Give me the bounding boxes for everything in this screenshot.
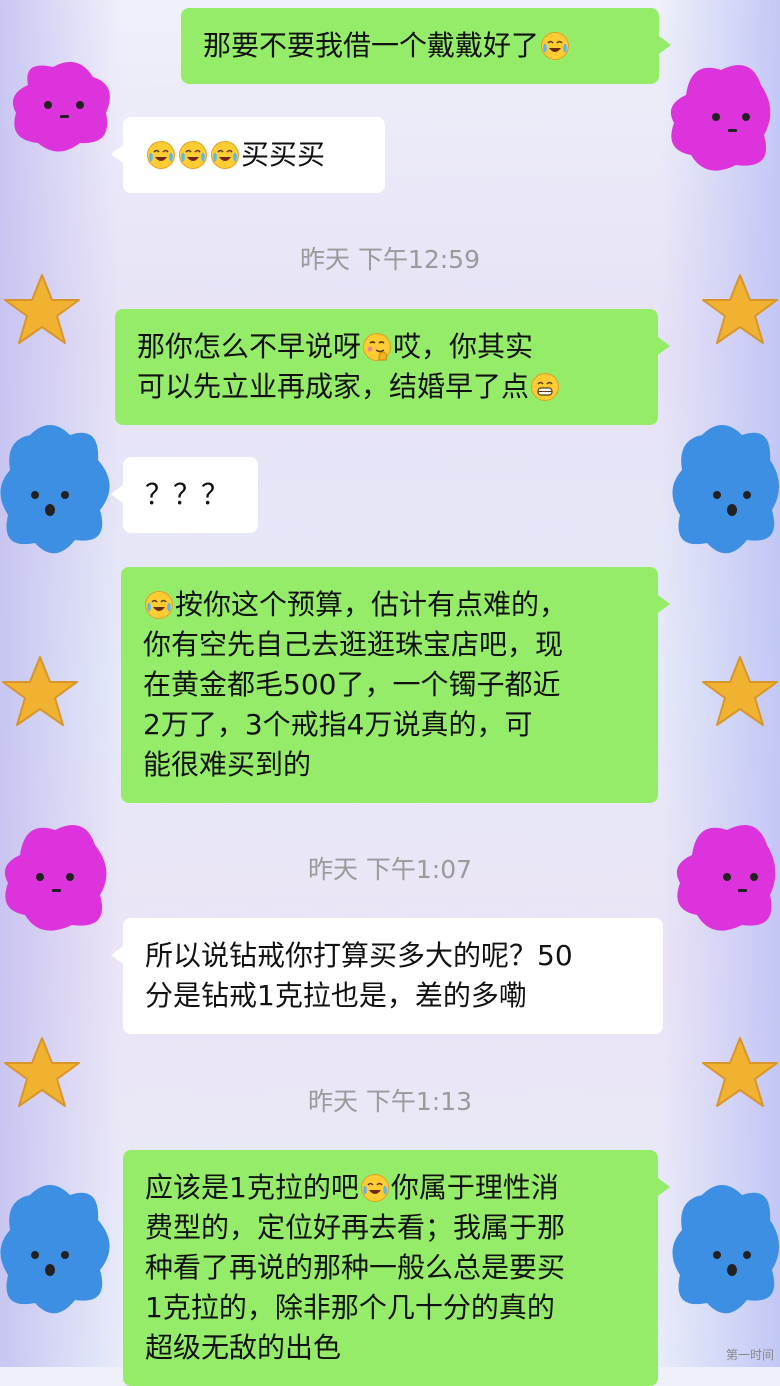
message-line: 2万了，3个戒指4万说真的，可 [143, 708, 533, 741]
timestamp: 昨天 下午12:59 [300, 245, 480, 274]
message-line: ？？？ [145, 478, 230, 511]
timestamp: 昨天 下午1:13 [307, 1087, 473, 1116]
blue-blob-sticker [672, 425, 780, 554]
pink-blob-sticker [12, 61, 110, 152]
message-bubble[interactable]: 按你这个预算，估计有点难的， 你有空先自己去逛逛珠宝店吧，现 在黄金都毛500了，一… [121, 567, 670, 803]
laughing-crying-emoji [360, 1174, 389, 1202]
message-bubble[interactable]: 所以说钻戒你打算买多大的呢？50 分是钻戒1克拉也是，差的多嘞 [111, 918, 663, 1034]
shy-emoji [363, 333, 392, 361]
message-line: 种看了再说的那种一般么总是要买 [145, 1251, 566, 1284]
blue-blob-sticker [0, 1185, 110, 1314]
laughing-crying-emoji [541, 32, 570, 60]
message-bubble[interactable]: 那你怎么不早说呀 哎，你其实可以先立业再成家，结婚早了点 [115, 309, 670, 425]
message-line: 费型的，定位好再去看；我属于那 [145, 1211, 566, 1244]
star-sticker [4, 274, 80, 344]
laughing-crying-emoji [145, 591, 173, 619]
message-line: 能很难买到的 [143, 748, 312, 781]
star-sticker [2, 656, 78, 726]
message-bubble[interactable]: 应该是1克拉的吧 你属于理性消 费型的，定位好再去看；我属于那 种看了再说的那种一般么… [123, 1150, 670, 1386]
message-line: 在黄金都毛500了，一个镯子都近 [143, 668, 561, 701]
message-line: 那你怎么不早说呀 哎，你其实 [137, 330, 534, 363]
watermark: 第一时间 [725, 1348, 774, 1362]
laughing-crying-emoji [147, 141, 175, 169]
message-line: 那要不要我借一个戴戴好了 [203, 26, 637, 66]
message-bubble[interactable]: 那要不要我借一个戴戴好了 [181, 8, 671, 84]
message-line: 分是钻戒1克拉也是，差的多嘞 [145, 979, 527, 1012]
message-line: 超级无敌的出色 [145, 1331, 342, 1364]
message-line: 1克拉的，除非那个几十分的真的 [145, 1291, 555, 1324]
message-line: 你有空先自己去逛逛珠宝店吧，现 [143, 628, 564, 661]
message-line: 买买买 [145, 135, 363, 175]
star-sticker [702, 274, 778, 344]
timestamp: 昨天 下午1:07 [307, 855, 473, 884]
pink-blob-sticker [670, 65, 771, 171]
message-line: 应该是1克拉的吧 你属于理性消 [145, 1171, 559, 1204]
message-bubble[interactable]: 买买买 [111, 117, 385, 193]
laughing-crying-emoji [211, 141, 239, 169]
message-line: 可以先立业再成家，结婚早了点 [137, 367, 636, 407]
blue-blob-sticker [672, 1185, 780, 1314]
grinning-emoji [531, 373, 560, 401]
blue-blob-sticker [0, 425, 110, 554]
laughing-crying-emoji [179, 141, 207, 169]
message-line: 所以说钻戒你打算买多大的呢？50 [145, 939, 573, 972]
message-bubble[interactable]: ？？？ [111, 457, 258, 533]
star-sticker [702, 656, 778, 726]
message-line: 按你这个预算，估计有点难的， [143, 585, 636, 625]
